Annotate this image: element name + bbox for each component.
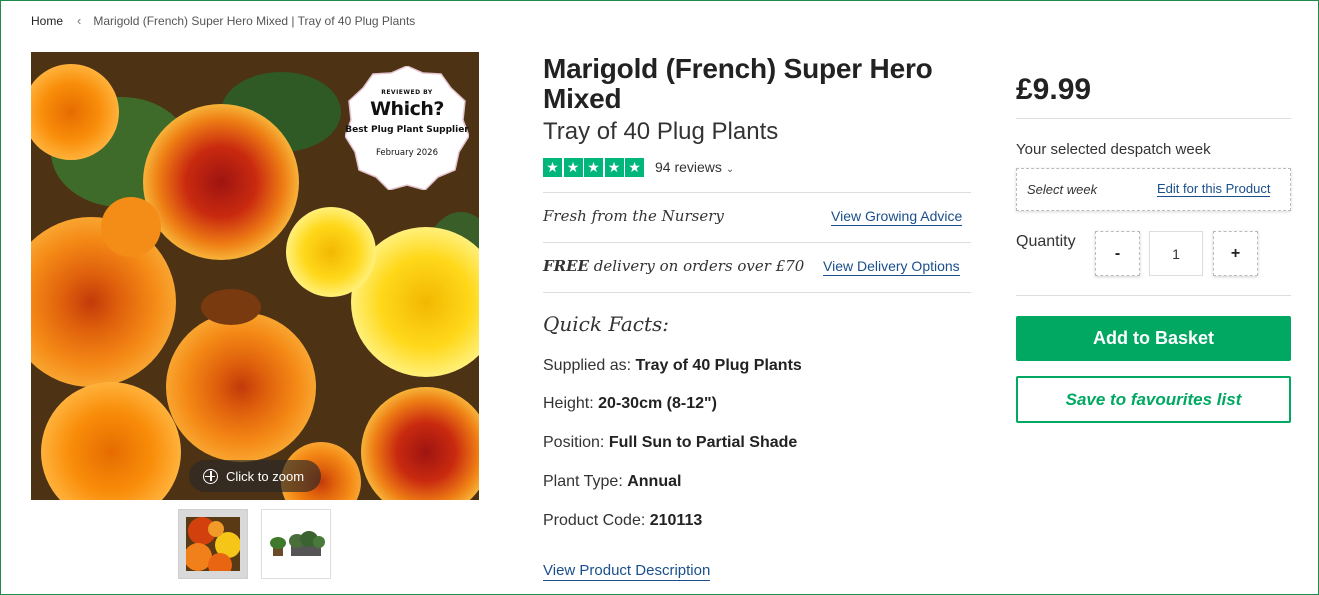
- badge-reviewed-by: REVIEWED BY: [381, 89, 433, 96]
- free-word: FREE: [543, 257, 589, 275]
- quick-fact-value: Tray of 40 Plug Plants: [635, 357, 802, 374]
- click-to-zoom-button[interactable]: Click to zoom: [189, 460, 321, 492]
- quick-fact-label: Position:: [543, 434, 605, 451]
- breadcrumb-current: Marigold (French) Super Hero Mixed | Tra…: [93, 13, 416, 28]
- star-icon: ★: [563, 158, 583, 177]
- badge-award: Best Plug Plant Supplier: [345, 125, 469, 135]
- product-title: Marigold (French) Super Hero Mixed: [543, 53, 933, 114]
- quick-fact-row: Product Code: 210113: [543, 512, 702, 530]
- badge-date: February 2026: [376, 148, 438, 158]
- quick-fact-value: Annual: [627, 473, 682, 490]
- chevron-down-icon: ⌄: [725, 164, 735, 175]
- quick-facts-title: Quick Facts:: [543, 312, 670, 336]
- quantity-decrease-button[interactable]: -: [1095, 231, 1140, 276]
- quick-fact-row: Height: 20-30cm (8-12"): [543, 395, 717, 413]
- select-week-value[interactable]: Select week: [1027, 182, 1097, 197]
- divider: [543, 192, 971, 193]
- badge-brand: Which?: [370, 98, 444, 120]
- quick-fact-value: 20-30cm (8-12"): [598, 395, 717, 412]
- star-icon: ★: [543, 158, 562, 177]
- edit-for-this-product-link[interactable]: Edit for this Product: [1157, 181, 1271, 197]
- product-main-image[interactable]: REVIEWED BY Which? Best Plug Plant Suppl…: [31, 52, 479, 500]
- divider: [1016, 118, 1291, 119]
- quick-fact-value: 210113: [649, 512, 703, 529]
- product-subtitle: Tray of 40 Plug Plants: [543, 118, 779, 145]
- thumbnail-plug-plants-image: [270, 531, 325, 556]
- quick-fact-row: Supplied as: Tray of 40 Plug Plants: [543, 357, 802, 375]
- product-price: £9.99: [1016, 73, 1092, 106]
- view-growing-advice-link[interactable]: View Growing Advice: [831, 208, 963, 226]
- reviews-count: 94 reviews: [655, 159, 722, 175]
- star-icon: ★: [584, 158, 603, 177]
- view-product-description-link[interactable]: View Product Description: [543, 562, 711, 581]
- star-icon: ★: [625, 158, 644, 177]
- quick-fact-row: Position: Full Sun to Partial Shade: [543, 434, 797, 452]
- quick-fact-label: Height:: [543, 395, 594, 412]
- quick-fact-value: Full Sun to Partial Shade: [608, 434, 798, 451]
- trustpilot-rating[interactable]: ★ ★ ★ ★ ★: [543, 158, 646, 177]
- quick-fact-label: Product Code:: [543, 512, 646, 529]
- quick-fact-label: Plant Type:: [543, 473, 623, 490]
- quick-fact-label: Supplied as:: [543, 357, 632, 374]
- quantity-increase-button[interactable]: +: [1213, 231, 1258, 276]
- despatch-week-selector[interactable]: Select week Edit for this Product: [1016, 168, 1291, 211]
- breadcrumb-home-link[interactable]: Home: [31, 14, 63, 28]
- breadcrumb: Home ‹ Marigold (French) Super Hero Mixe…: [31, 13, 415, 28]
- free-delivery-detail: delivery on orders over £70: [593, 257, 805, 275]
- zoom-label: Click to zoom: [226, 468, 305, 484]
- thumbnail-flowers[interactable]: [178, 509, 248, 579]
- star-icon: ★: [604, 158, 624, 177]
- divider: [543, 292, 971, 293]
- quantity-label: Quantity: [1016, 233, 1076, 250]
- thumbnail-plug-plants[interactable]: [261, 509, 331, 579]
- fresh-from-nursery: Fresh from the Nursery: [543, 207, 724, 225]
- which-award-badge: REVIEWED BY Which? Best Plug Plant Suppl…: [345, 66, 469, 190]
- save-to-favourites-button[interactable]: Save to favourites list: [1016, 376, 1291, 423]
- view-delivery-options-link[interactable]: View Delivery Options: [823, 258, 960, 276]
- add-to-basket-button[interactable]: Add to Basket: [1016, 316, 1291, 361]
- quantity-input[interactable]: [1149, 231, 1203, 276]
- thumbnail-flowers-image: [186, 517, 240, 571]
- quick-fact-row: Plant Type: Annual: [543, 473, 681, 491]
- free-delivery-text: FREE delivery on orders over £70: [543, 257, 804, 275]
- reviews-toggle[interactable]: 94 reviews ⌄: [655, 159, 734, 175]
- divider: [1016, 295, 1291, 296]
- chevron-left-icon: ‹: [77, 13, 82, 28]
- despatch-week-label: Your selected despatch week: [1016, 141, 1211, 158]
- divider: [543, 242, 971, 243]
- zoom-crosshair-icon: [203, 468, 218, 484]
